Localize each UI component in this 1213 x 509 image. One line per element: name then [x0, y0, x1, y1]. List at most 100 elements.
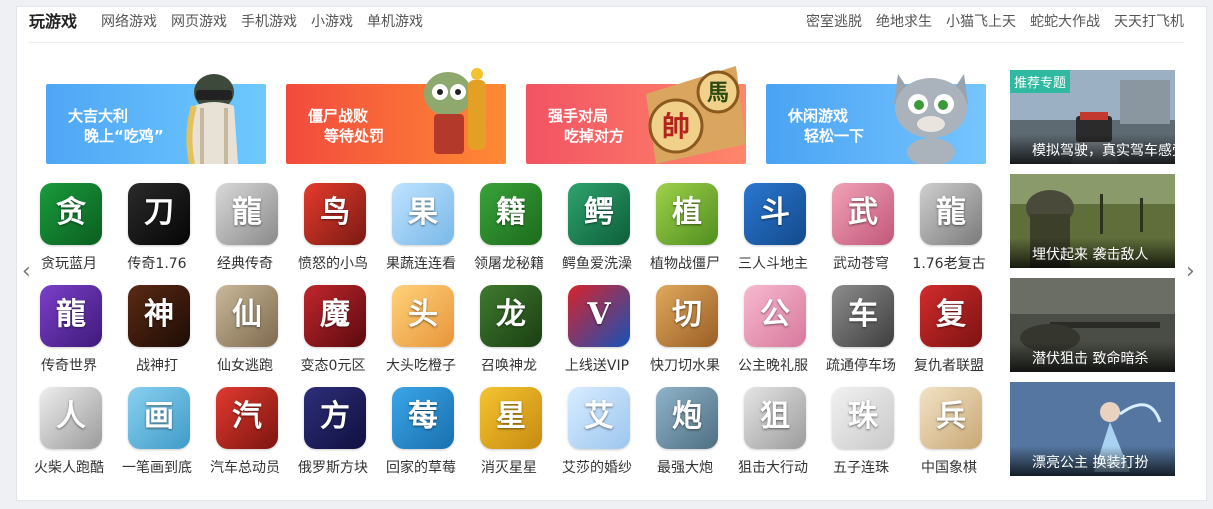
game-icon[interactable]: 狙: [744, 387, 806, 449]
game-icon[interactable]: 龍: [920, 183, 982, 245]
game-tile[interactable]: 公公主晚礼服: [729, 285, 817, 385]
banner-casual[interactable]: 休闲游戏 轻松一下: [766, 74, 986, 164]
nav-link-mobile-games[interactable]: 手机游戏: [241, 11, 297, 33]
game-icon[interactable]: 画: [128, 387, 190, 449]
game-icon[interactable]: 鳄: [568, 183, 630, 245]
game-tile[interactable]: 果果蔬连连看: [377, 183, 465, 283]
game-tile[interactable]: 兵中国象棋: [905, 387, 993, 487]
game-tile[interactable]: 神战神打: [113, 285, 201, 385]
nav-link-plane-shooter[interactable]: 天天打飞机: [1114, 11, 1184, 33]
nav-link-kitten-fly[interactable]: 小猫飞上天: [946, 11, 1016, 33]
banner-chicken-dinner[interactable]: 大吉大利 晚上“吃鸡”: [46, 74, 266, 164]
game-tile[interactable]: 炮最强大炮: [641, 387, 729, 487]
game-tile[interactable]: 莓回家的草莓: [377, 387, 465, 487]
carousel-prev-arrow[interactable]: ‹: [22, 261, 31, 283]
game-tile[interactable]: 复复仇者联盟: [905, 285, 993, 385]
game-icon-glyph: 果: [408, 195, 438, 230]
featured-topic-ambush[interactable]: 埋伏起来 袭击敌人: [1010, 174, 1175, 268]
game-icon[interactable]: 人: [40, 387, 102, 449]
game-tile[interactable]: 龍传奇世界: [25, 285, 113, 385]
game-icon[interactable]: 龍: [40, 285, 102, 347]
game-tile[interactable]: 龍经典传奇: [201, 183, 289, 283]
game-icon[interactable]: 头: [392, 285, 454, 347]
game-tile[interactable]: 汽汽车总动员: [201, 387, 289, 487]
game-tile[interactable]: 斗三人斗地主: [729, 183, 817, 283]
game-tile[interactable]: 刀传奇1.76: [113, 183, 201, 283]
game-icon[interactable]: 炮: [656, 387, 718, 449]
featured-topic-princess[interactable]: 漂亮公主 换装打扮: [1010, 382, 1175, 476]
nav-link-mini-games[interactable]: 小游戏: [311, 11, 353, 33]
game-icon[interactable]: 公: [744, 285, 806, 347]
game-tile[interactable]: 星消灭星星: [465, 387, 553, 487]
game-tile[interactable]: 武武动苍穹: [817, 183, 905, 283]
brand-title[interactable]: 玩游戏: [29, 11, 77, 33]
game-tile[interactable]: 籍领屠龙秘籍: [465, 183, 553, 283]
game-icon[interactable]: V: [568, 285, 630, 347]
game-icon[interactable]: 仙: [216, 285, 278, 347]
game-tile[interactable]: 珠五子连珠: [817, 387, 905, 487]
game-tile[interactable]: 鳄鳄鱼爱洗澡: [553, 183, 641, 283]
game-icon[interactable]: 复: [920, 285, 982, 347]
game-icon-glyph: 车: [848, 297, 878, 332]
game-tile[interactable]: V 上线送VIP: [553, 285, 641, 385]
game-icon[interactable]: 刀: [128, 183, 190, 245]
game-tile[interactable]: 贪贪玩蓝月: [25, 183, 113, 283]
featured-topic-tag: 推荐专题: [1010, 70, 1071, 93]
game-tile[interactable]: 切快刀切水果: [641, 285, 729, 385]
game-tile[interactable]: 狙狙击大行动: [729, 387, 817, 487]
carousel-next-arrow[interactable]: ›: [1186, 261, 1195, 283]
nav-link-web-games[interactable]: 网页游戏: [171, 11, 227, 33]
game-tile[interactable]: 头大头吃橙子: [377, 285, 465, 385]
game-icon[interactable]: 车: [832, 285, 894, 347]
game-icon-glyph: 植: [672, 195, 702, 230]
game-tile[interactable]: 鸟愤怒的小鸟: [289, 183, 377, 283]
game-tile[interactable]: 植植物战僵尸: [641, 183, 729, 283]
game-icon[interactable]: 切: [656, 285, 718, 347]
banner-title: 强手对局: [548, 107, 609, 125]
game-icon[interactable]: 斗: [744, 183, 806, 245]
game-tile[interactable]: 艾艾莎的婚纱: [553, 387, 641, 487]
banner-chess[interactable]: 强手对局 吃掉对方 帥 馬: [526, 66, 746, 164]
game-icon[interactable]: 兵: [920, 387, 982, 449]
game-icon[interactable]: 魔: [304, 285, 366, 347]
game-tile[interactable]: 龙召唤神龙: [465, 285, 553, 385]
game-title[interactable]: 中国象棋: [895, 457, 1003, 477]
game-icon[interactable]: 方: [304, 387, 366, 449]
game-icon[interactable]: 莓: [392, 387, 454, 449]
game-tile[interactable]: 车疏通停车场: [817, 285, 905, 385]
nav-link-pubg[interactable]: 绝地求生: [876, 11, 932, 33]
featured-topic-driving[interactable]: 推荐专题 模拟驾驶，真实驾车感受: [1010, 70, 1175, 164]
game-tile[interactable]: 方俄罗斯方块: [289, 387, 377, 487]
game-title[interactable]: 1.76老复古: [895, 253, 1003, 273]
nav-link-online-games[interactable]: 网络游戏: [101, 11, 157, 33]
game-icon[interactable]: 果: [392, 183, 454, 245]
featured-topic-caption: 漂亮公主 换装打扮: [1010, 446, 1175, 476]
featured-topic-caption: 埋伏起来 袭击敌人: [1010, 238, 1175, 268]
game-tile[interactable]: 仙仙女逃跑: [201, 285, 289, 385]
game-tile[interactable]: 魔变态0元区: [289, 285, 377, 385]
game-title[interactable]: 复仇者联盟: [895, 355, 1003, 375]
game-icon[interactable]: 汽: [216, 387, 278, 449]
game-icon[interactable]: 植: [656, 183, 718, 245]
game-icon[interactable]: 龍: [216, 183, 278, 245]
game-icon[interactable]: 籍: [480, 183, 542, 245]
game-icon-glyph: 莓: [408, 399, 438, 434]
nav-link-snake-battle[interactable]: 蛇蛇大作战: [1030, 11, 1100, 33]
featured-topic-sniper[interactable]: 潜伏狙击 致命暗杀: [1010, 278, 1175, 372]
game-icon[interactable]: 神: [128, 285, 190, 347]
game-icon[interactable]: 鸟: [304, 183, 366, 245]
nav-link-escape-room[interactable]: 密室逃脱: [806, 11, 862, 33]
nav-link-standalone-games[interactable]: 单机游戏: [367, 11, 423, 33]
game-icon[interactable]: 珠: [832, 387, 894, 449]
game-icon[interactable]: 龙: [480, 285, 542, 347]
game-icon[interactable]: 星: [480, 387, 542, 449]
game-icon[interactable]: 武: [832, 183, 894, 245]
game-icon[interactable]: 贪: [40, 183, 102, 245]
banner-zombie[interactable]: 僵尸战败 等待处罚: [286, 68, 506, 164]
game-tile[interactable]: 龍 1.76老复古: [905, 183, 993, 283]
game-tile[interactable]: 人火柴人跑酷: [25, 387, 113, 487]
game-icon[interactable]: 艾: [568, 387, 630, 449]
svg-text:帥: 帥: [662, 110, 690, 143]
banner-title: 大吉大利: [68, 107, 129, 125]
game-tile[interactable]: 画一笔画到底: [113, 387, 201, 487]
